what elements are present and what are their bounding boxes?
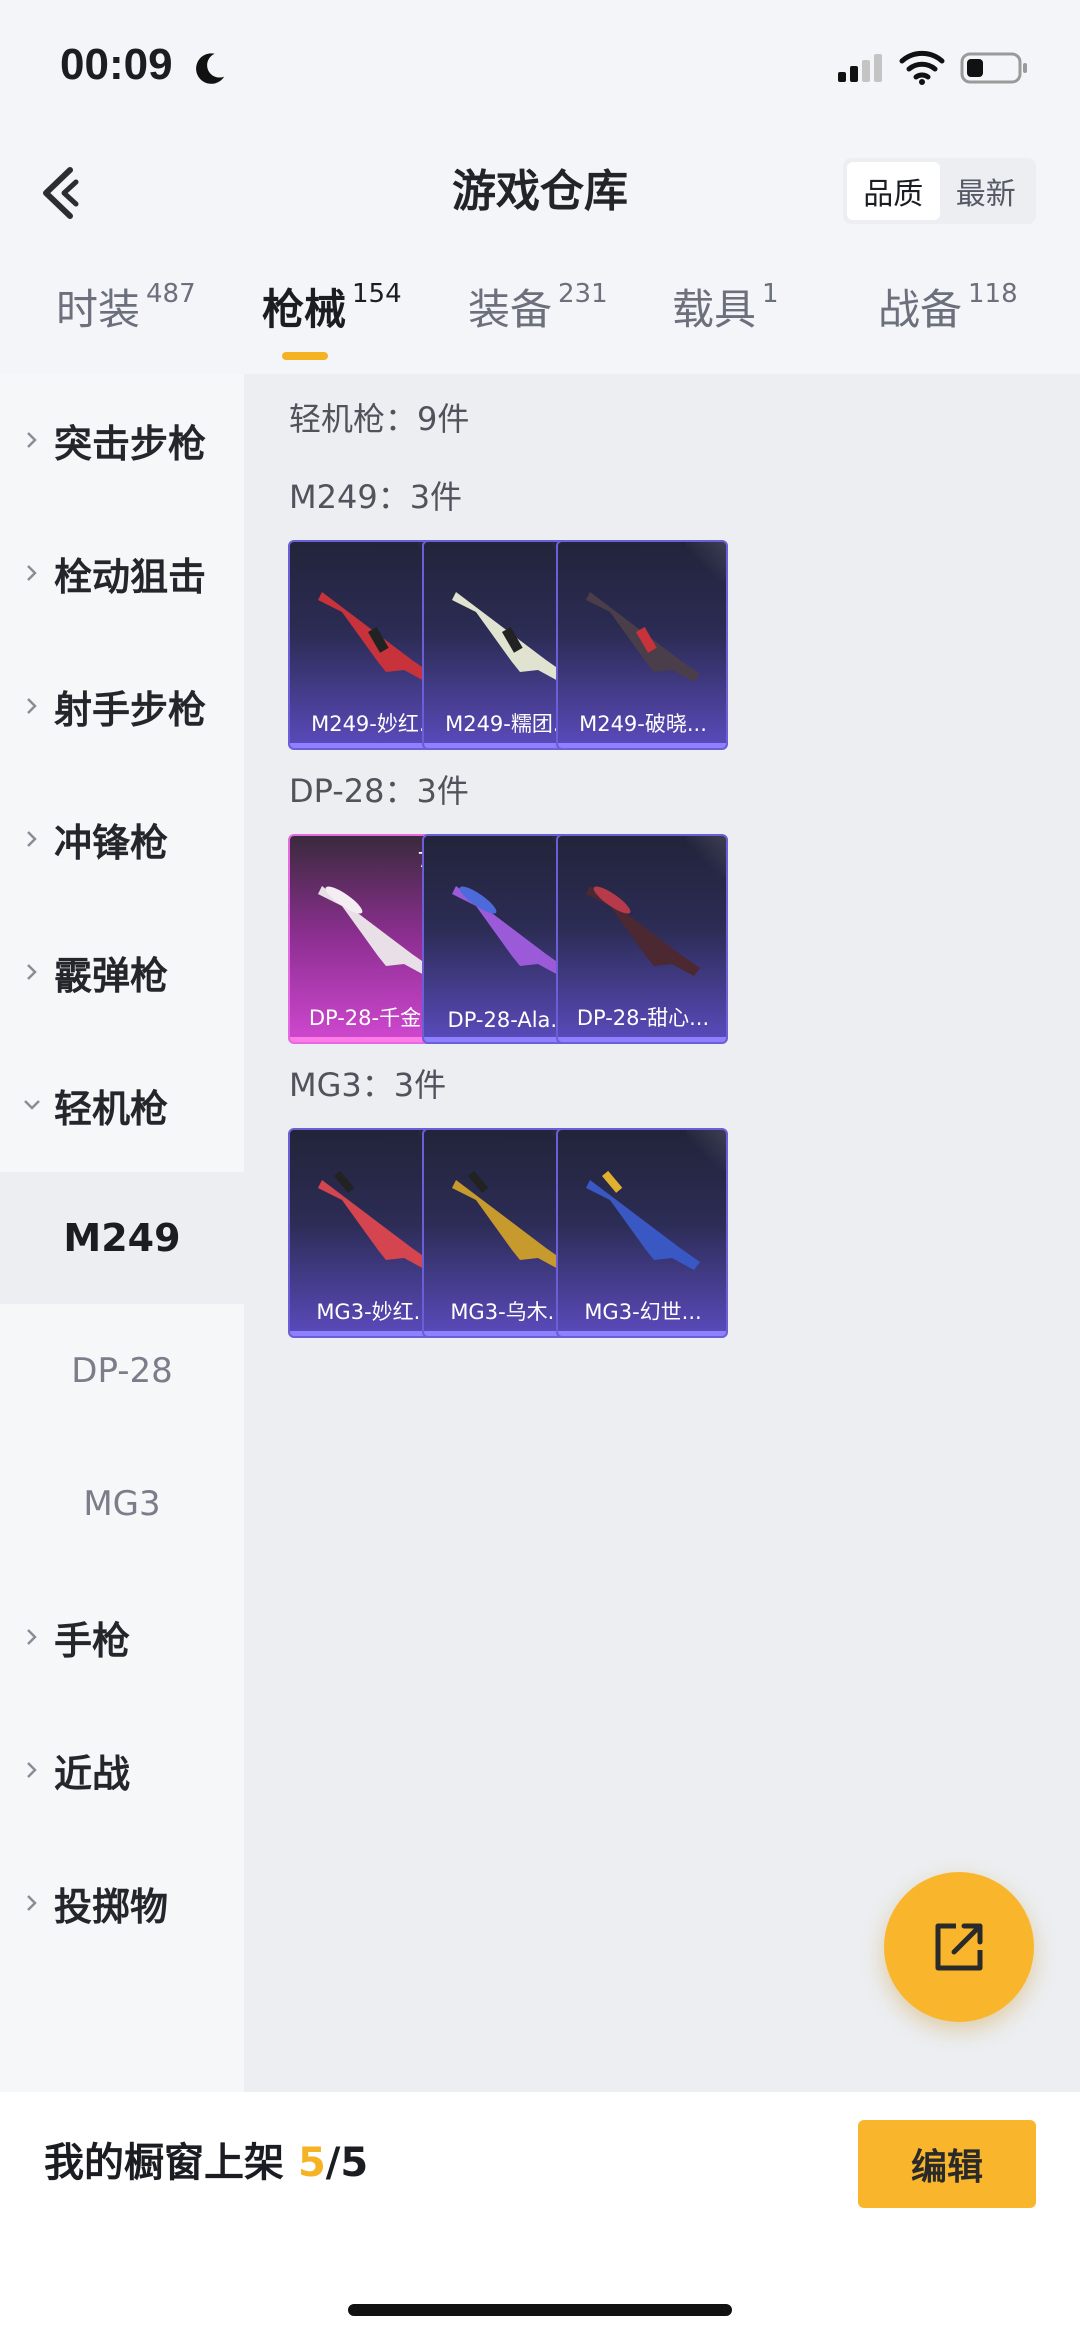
edit-button[interactable]: 编辑 (858, 2120, 1036, 2208)
lmg-skin-icon (586, 886, 700, 976)
status-bar: 00:09 (0, 0, 1080, 130)
sidebar-item-lmg[interactable]: 轻机枪 (0, 1039, 244, 1171)
tab-count: 231 (558, 279, 608, 309)
sort-toggle[interactable]: 品质 最新 (843, 158, 1036, 224)
chevron-right-icon (27, 1895, 37, 1911)
sort-by-quality[interactable]: 品质 (847, 162, 940, 220)
category-tabs: 时装 487 枪械 154 装备 231 载具 1 战备 118 (0, 270, 1080, 370)
group-heading-m249: M249：3件 (289, 478, 463, 516)
showcase-label: 我的橱窗上架 (44, 2140, 284, 2186)
gun-shape (452, 592, 566, 682)
chevron-right-icon (27, 1629, 37, 1645)
home-indicator[interactable] (348, 2304, 732, 2316)
battery-icon (960, 52, 1027, 84)
tab-vehicles[interactable]: 载具 1 (672, 270, 779, 370)
group-heading-dp28: DP-28：3件 (289, 772, 469, 810)
category-heading: 轻机枪：9件 (289, 400, 470, 438)
weapon-card-name: DP-28-甜心... (576, 1006, 710, 1030)
chevron-right-icon (27, 964, 37, 980)
sidebar-item-label: 投掷物 (54, 1884, 169, 1929)
sidebar-item-assault-rifle[interactable]: 突击步枪 (0, 374, 244, 506)
weapon-card[interactable]: DP-28-甜心... (556, 834, 728, 1044)
lmg-skin-icon (586, 1170, 700, 1270)
sidebar-item-pistol[interactable]: 手枪 (0, 1571, 244, 1703)
showcase-used-count: 5 (297, 2140, 326, 2186)
category-sidebar: 突击步枪 栓动狙击 射手步枪 冲锋枪 霰弹枪 轻机枪 M249 DP-28 MG… (0, 374, 244, 2092)
sidebar-item-melee[interactable]: 近战 (0, 1704, 244, 1836)
sidebar-subitem-dp28[interactable]: DP-28 (0, 1305, 244, 1437)
sidebar-item-label: 手枪 (54, 1618, 131, 1663)
tab-supplies[interactable]: 战备 118 (878, 270, 1018, 370)
tab-label: 载具 (672, 285, 757, 334)
active-tab-indicator (282, 352, 328, 360)
share-button[interactable] (884, 1872, 1034, 2022)
lmg-skin-icon (586, 592, 700, 682)
sidebar-item-label: 冲锋枪 (54, 820, 169, 865)
tab-equipment[interactable]: 装备 231 (468, 270, 608, 370)
sidebar-item-label: 轻机枪 (54, 1086, 169, 1131)
sidebar-item-marksman-rifle[interactable]: 射手步枪 (0, 640, 244, 772)
sidebar-item-shotgun[interactable]: 霰弹枪 (0, 906, 244, 1038)
gun-shape (318, 592, 432, 682)
weapon-card-name: MG3-幻世... (584, 1300, 702, 1324)
chevron-right-icon (27, 831, 37, 847)
sidebar-item-label: 栓动狙击 (54, 554, 207, 599)
gun-shape (586, 886, 700, 976)
tab-count: 154 (352, 279, 402, 309)
sidebar-item-label: 近战 (54, 1751, 131, 1796)
showcase-bar: 我的橱窗上架 5/5 编辑 (0, 2092, 1080, 2337)
chevron-right-icon (27, 1762, 37, 1778)
weapon-list: 轻机枪：9件 M249：3件 M249-妙红... M249-糯团... M24… (244, 374, 1080, 2092)
group-heading-mg3: MG3：3件 (289, 1066, 447, 1104)
sidebar-item-smg[interactable]: 冲锋枪 (0, 773, 244, 905)
chevron-right-icon (27, 565, 37, 581)
cellular-signal-icon (838, 54, 882, 82)
showcase-status: 我的橱窗上架 5/5 (44, 2130, 368, 2188)
sidebar-subitem-mg3[interactable]: MG3 (0, 1438, 244, 1570)
sidebar-item-label: 射手步枪 (54, 687, 207, 732)
sidebar-item-throwables[interactable]: 投掷物 (0, 1837, 244, 1969)
chevron-right-icon (27, 698, 37, 714)
gun-shape (452, 886, 566, 976)
tab-label: 装备 (468, 285, 553, 334)
weapon-card[interactable]: M249-破晓... (556, 540, 728, 750)
chevron-right-icon (27, 432, 37, 448)
moon-icon (196, 53, 225, 84)
weapon-card-name: M249-破晓... (579, 712, 707, 736)
sort-by-newest[interactable]: 最新 (940, 162, 1033, 220)
tab-count: 118 (968, 279, 1018, 309)
weapon-card[interactable]: MG3-幻世... (556, 1128, 728, 1338)
gun-shape (586, 1170, 700, 1270)
gun-shape (586, 592, 700, 682)
sidebar-item-label: 突击步枪 (54, 421, 207, 466)
chevron-down-icon (24, 1100, 40, 1110)
sidebar-item-label: 霰弹枪 (54, 953, 169, 998)
tab-count: 487 (146, 279, 196, 309)
sidebar-item-bolt-sniper[interactable]: 栓动狙击 (0, 507, 244, 639)
sidebar-subitem-m249[interactable]: M249 (0, 1172, 244, 1304)
status-time: 00:09 (60, 40, 173, 89)
gun-shape (318, 886, 432, 976)
share-icon (935, 1923, 983, 1971)
gun-shape (318, 1170, 432, 1270)
tab-count: 1 (762, 279, 779, 309)
tab-label: 枪械 (262, 285, 347, 334)
showcase-total-count: /5 (325, 2140, 369, 2186)
gun-shape (452, 1170, 566, 1270)
tab-label: 时装 (56, 285, 141, 334)
tab-label: 战备 (878, 285, 963, 334)
tab-outfits[interactable]: 时装 487 (56, 270, 196, 370)
wifi-icon (899, 50, 945, 85)
